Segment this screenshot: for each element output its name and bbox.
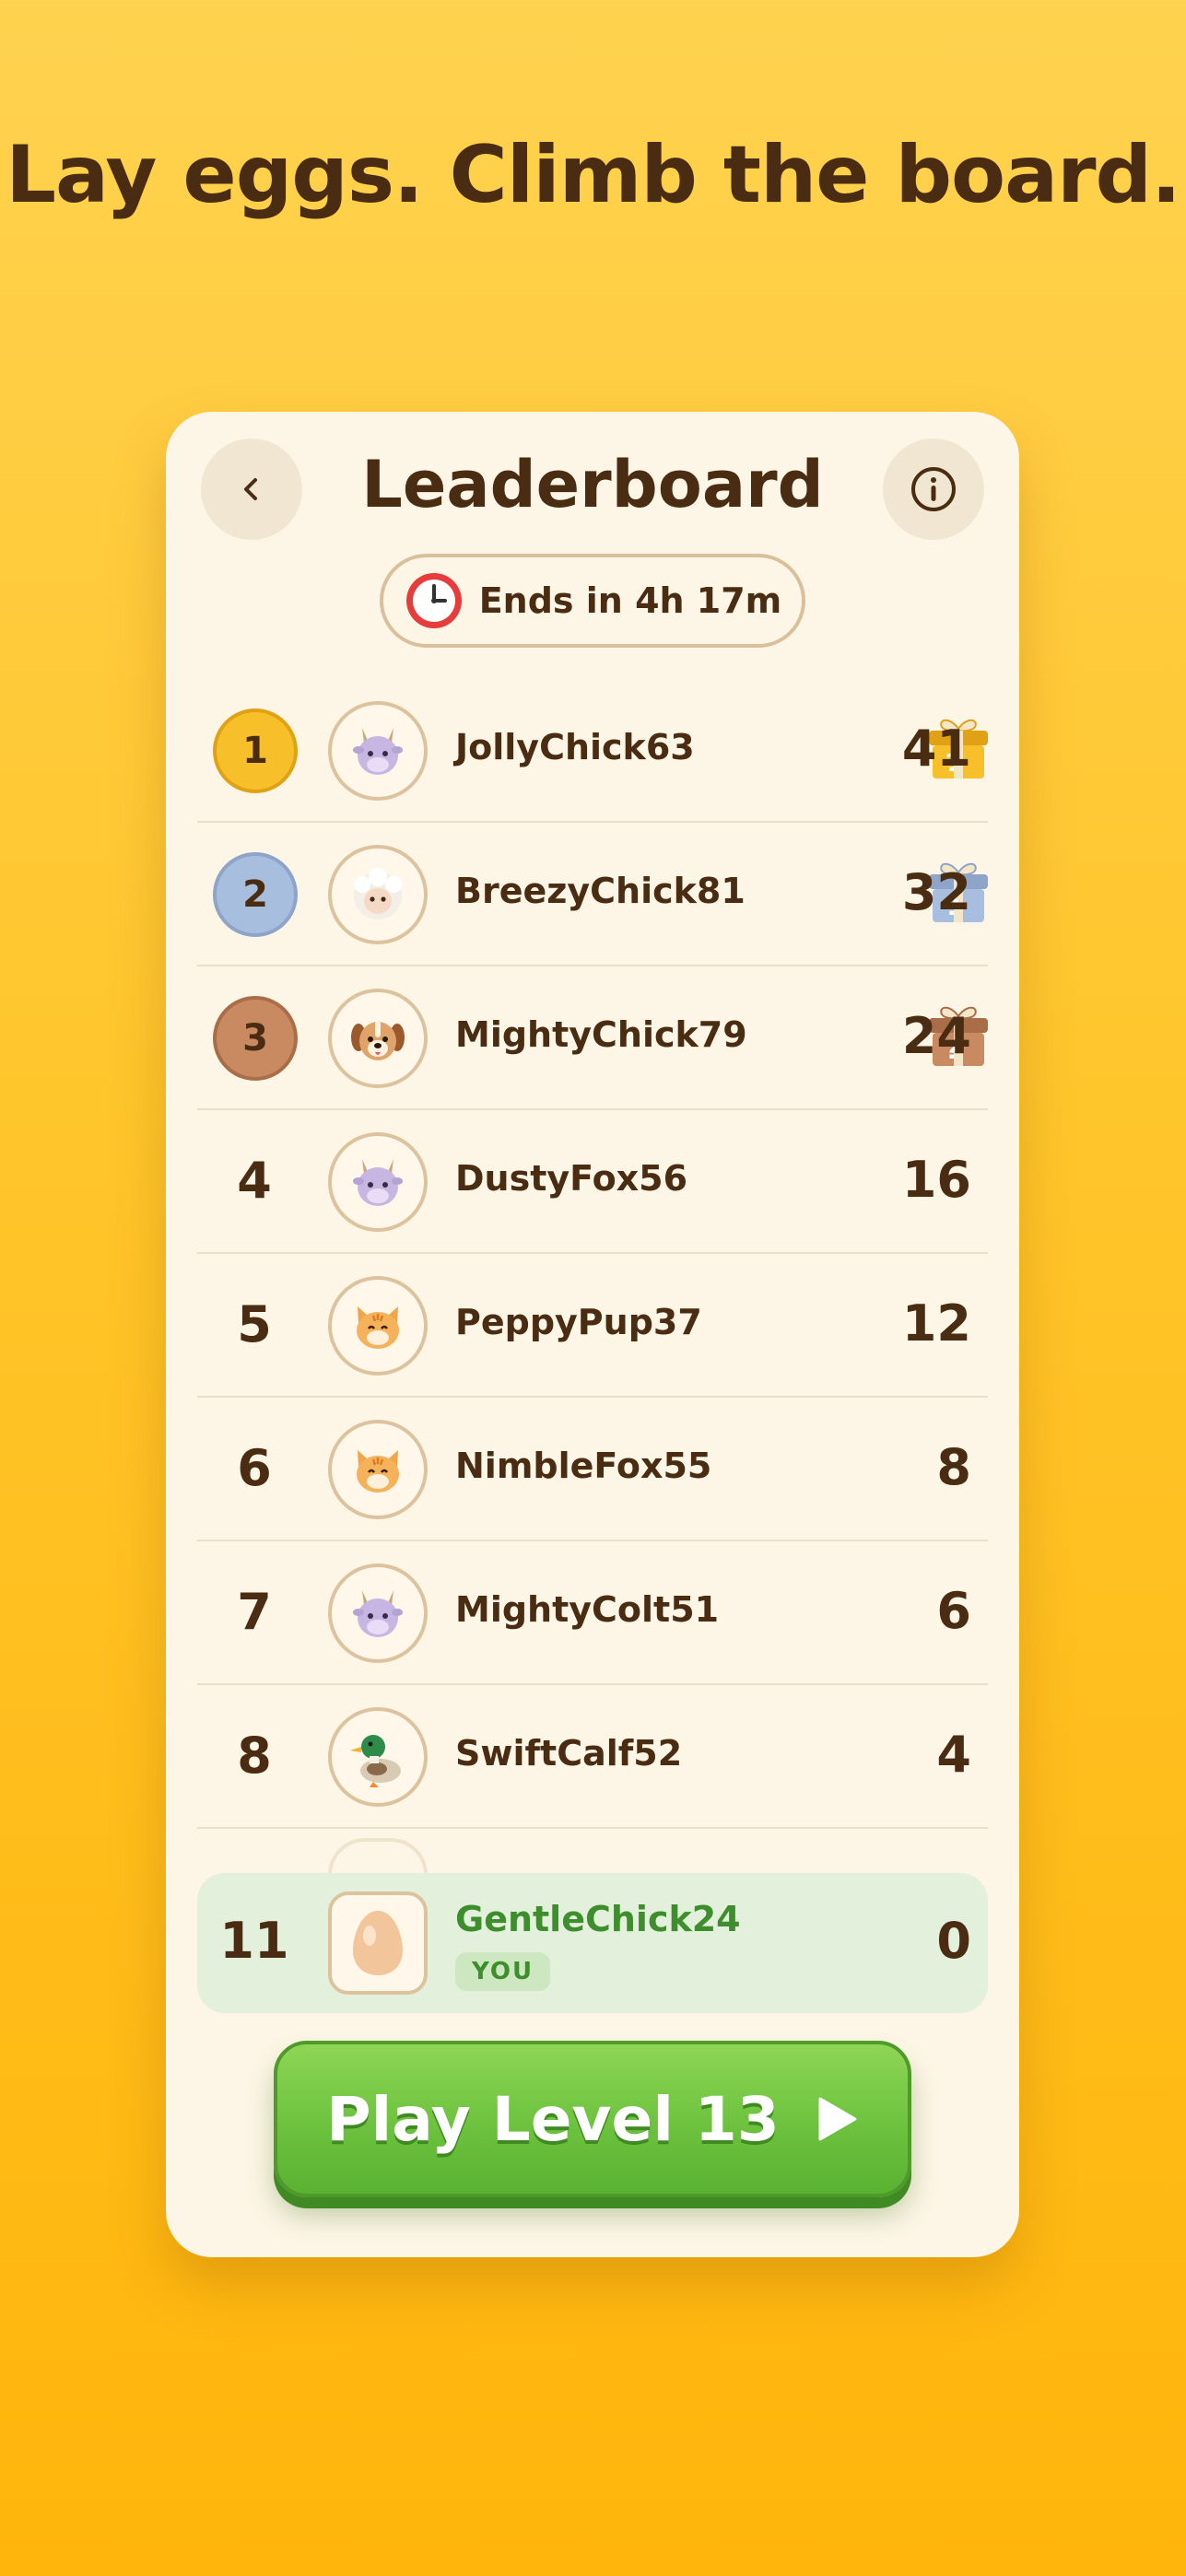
egg-score: 16 [901,1151,971,1209]
goat-icon [346,719,410,783]
egg-score: 4 [936,1726,971,1784]
egg-score: 12 [901,1294,971,1352]
leaderboard-row[interactable]: 5 PeppyPup37 12 [197,1254,988,1398]
player-name: BreezyChick81 [455,871,746,911]
player-avatar [328,1707,428,1807]
player-name: SwiftCalf52 [455,1733,683,1774]
play-icon [818,2097,857,2141]
rank-number: 7 [237,1583,272,1641]
duck-icon [346,1725,410,1789]
goat-icon [346,1581,410,1645]
sheep-icon [346,862,410,927]
partial-avatar [328,1838,428,1875]
egg-score: 24 [901,1007,971,1065]
leaderboard-row[interactable]: 2 BreezyChick81? 32 [197,823,988,966]
rank-number: 4 [237,1152,272,1210]
player-name: MightyColt51 [455,1589,720,1630]
egg-score: 8 [936,1438,971,1496]
leaderboard-row[interactable]: 4 DustyFox56 16 [197,1110,988,1254]
timer-pill: Ends in 4h 17m [380,554,805,648]
rank-medal-silver: 2 [213,852,298,937]
cat-icon [346,1437,410,1502]
leaderboard-row[interactable]: 7 MightyColt51 6 [197,1541,988,1685]
player-name: DustyFox56 [455,1158,688,1199]
egg-score: 6 [936,1582,971,1640]
rank-number: 11 [219,1912,289,1970]
current-user-row: 11 GentleChick24 YOU 0 [197,1873,988,2013]
timer-text: Ends in 4h 17m [478,580,782,621]
player-avatar [328,1132,428,1232]
player-name: GentleChick24 [455,1899,741,1939]
leaderboard-row[interactable]: 6 NimbleFox55 8 [197,1398,988,1541]
user-avatar [328,1891,428,1995]
player-name: JollyChick63 [455,727,695,767]
player-name: NimbleFox55 [455,1446,712,1486]
rank-medal-gold: 1 [213,708,298,793]
rank-medal-bronze: 3 [213,996,298,1081]
goat-icon [346,1150,410,1214]
cat-icon [346,1294,410,1358]
egg-score: 32 [901,863,971,921]
rank-number: 6 [237,1439,272,1497]
player-avatar [328,1420,428,1519]
dog-icon [346,1006,410,1071]
leaderboard-list: 1 JollyChick63? 41 2 BreezyChick81? 32 3 Mighty… [197,679,988,1829]
leaderboard-row[interactable]: 1 JollyChick63? 41 [197,679,988,823]
player-avatar [328,1276,428,1376]
egg-icon [353,1911,403,1975]
leaderboard-row[interactable]: 3 MightyChick79? 24 [197,966,988,1110]
leaderboard-row[interactable]: 8 SwiftCalf52 4 [197,1685,988,1829]
player-avatar [328,1563,428,1663]
play-level-button[interactable]: Play Level 13 [274,2041,911,2197]
leaderboard-card: Leaderboard Ends in 4h 17m 1 JollyChick63… [166,412,1019,2257]
player-avatar [328,845,428,944]
play-label: Play Level 13 [326,2083,780,2155]
egg-score: 0 [936,1912,971,1970]
rank-number: 8 [237,1727,272,1785]
info-icon [911,467,956,511]
player-avatar [328,989,428,1088]
egg-score: 41 [901,720,971,778]
clock-icon [405,573,462,628]
player-name: PeppyPup37 [455,1302,702,1342]
info-button[interactable] [883,439,984,540]
rank-number: 5 [237,1295,272,1353]
you-badge: YOU [455,1952,551,1991]
player-name: MightyChick79 [455,1014,747,1055]
player-avatar [328,701,428,801]
headline: Lay eggs. Climb the board. [6,129,1181,221]
